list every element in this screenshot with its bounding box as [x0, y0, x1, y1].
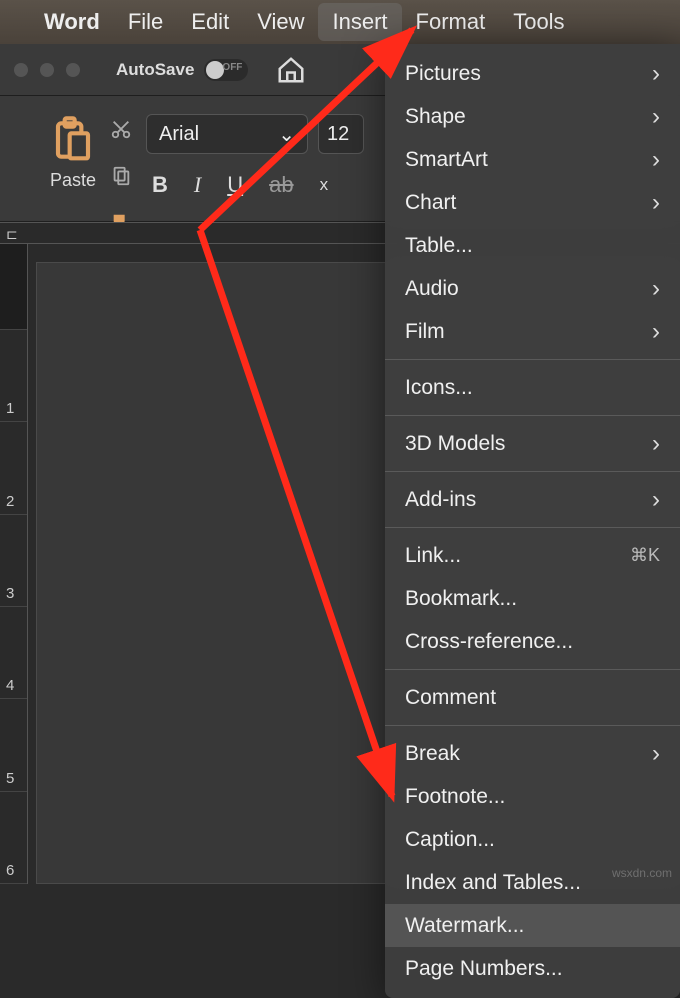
- zoom-traffic-light[interactable]: [66, 63, 80, 77]
- paste-button[interactable]: [45, 114, 101, 166]
- ruler-tick: 2: [6, 493, 14, 510]
- strike-button[interactable]: ab: [269, 172, 293, 198]
- insert-menu: Pictures › Shape › SmartArt › Chart › Table... Au…: [385, 44, 680, 998]
- menu-item-watermark[interactable]: Watermark...: [385, 904, 680, 947]
- menu-item-comment[interactable]: Comment: [385, 676, 680, 719]
- attribution-watermark: wsxdn.com: [612, 866, 672, 880]
- ruler-margin: [0, 244, 27, 330]
- ruler-marker-icon: ⊏: [6, 226, 18, 243]
- font-group: Arial ⌄ 12 B I U ab x: [146, 114, 364, 198]
- menu-item-pictures[interactable]: Pictures ›: [385, 52, 680, 95]
- menu-item-table[interactable]: Table...: [385, 224, 680, 267]
- menu-separator: [385, 527, 680, 528]
- close-traffic-light[interactable]: [14, 63, 28, 77]
- menu-separator: [385, 725, 680, 726]
- menu-item-label: SmartArt: [405, 148, 488, 172]
- chevron-right-icon: ›: [652, 146, 660, 174]
- menubar-edit[interactable]: Edit: [177, 3, 243, 41]
- autosave-toggle[interactable]: AutoSave OFF: [116, 59, 248, 81]
- toggle-track[interactable]: OFF: [204, 59, 248, 81]
- paste-label: Paste: [50, 170, 96, 191]
- menu-item-label: Watermark...: [405, 914, 524, 938]
- menu-item-link[interactable]: Link... ⌘K: [385, 534, 680, 577]
- menu-item-label: Bookmark...: [405, 587, 517, 611]
- menubar-file[interactable]: File: [114, 3, 177, 41]
- mac-menubar: Word File Edit View Insert Format Tools: [0, 0, 680, 44]
- menubar-view[interactable]: View: [243, 3, 318, 41]
- menu-item-cross-reference[interactable]: Cross-reference...: [385, 620, 680, 663]
- menu-item-label: Table...: [405, 234, 473, 258]
- chevron-right-icon: ›: [652, 275, 660, 303]
- autosave-label: AutoSave: [116, 60, 194, 80]
- cut-icon[interactable]: [110, 118, 132, 145]
- menu-item-film[interactable]: Film ›: [385, 310, 680, 353]
- menu-separator: [385, 359, 680, 360]
- menu-item-audio[interactable]: Audio ›: [385, 267, 680, 310]
- font-name-select[interactable]: Arial ⌄: [146, 114, 308, 154]
- chevron-right-icon: ›: [652, 318, 660, 346]
- menu-item-label: 3D Models: [405, 432, 505, 456]
- menu-item-label: Film: [405, 320, 445, 344]
- chevron-right-icon: ›: [652, 740, 660, 768]
- menu-item-smartart[interactable]: SmartArt ›: [385, 138, 680, 181]
- menu-item-label: Audio: [405, 277, 459, 301]
- menu-separator: [385, 415, 680, 416]
- menu-item-3d-models[interactable]: 3D Models ›: [385, 422, 680, 465]
- menu-shortcut: ⌘K: [630, 545, 660, 566]
- menu-item-break[interactable]: Break ›: [385, 732, 680, 775]
- chevron-right-icon: ›: [652, 103, 660, 131]
- ruler-tick: 1: [6, 400, 14, 417]
- menu-item-label: Icons...: [405, 376, 473, 400]
- ruler-tick: 6: [6, 862, 14, 879]
- menu-item-label: Link...: [405, 544, 461, 568]
- font-size-value: 12: [327, 123, 349, 146]
- menubar-insert[interactable]: Insert: [318, 3, 401, 41]
- menu-item-page-numbers[interactable]: Page Numbers...: [385, 947, 680, 990]
- chevron-right-icon: ›: [652, 430, 660, 458]
- menu-item-bookmark[interactable]: Bookmark...: [385, 577, 680, 620]
- menu-item-label: Shape: [405, 105, 466, 129]
- menu-item-label: Break: [405, 742, 460, 766]
- menu-item-chart[interactable]: Chart ›: [385, 181, 680, 224]
- menubar-tools[interactable]: Tools: [499, 3, 578, 41]
- menu-item-label: Page Numbers...: [405, 957, 563, 981]
- menu-item-label: Pictures: [405, 62, 481, 86]
- minimize-traffic-light[interactable]: [40, 63, 54, 77]
- font-size-select[interactable]: 12: [318, 114, 364, 154]
- bold-button[interactable]: B: [152, 172, 168, 198]
- home-icon[interactable]: [276, 55, 306, 85]
- menu-item-caption[interactable]: Caption...: [385, 818, 680, 861]
- menu-item-label: Caption...: [405, 828, 495, 852]
- toggle-off-text: OFF: [222, 62, 242, 73]
- menubar-format[interactable]: Format: [402, 3, 500, 41]
- menu-item-label: Chart: [405, 191, 456, 215]
- chevron-right-icon: ›: [652, 486, 660, 514]
- menu-item-label: Comment: [405, 686, 496, 710]
- menu-item-label: Footnote...: [405, 785, 505, 809]
- menu-item-add-ins[interactable]: Add-ins ›: [385, 478, 680, 521]
- ruler-tick: 3: [6, 585, 14, 602]
- vertical-ruler[interactable]: 1 2 3 4 5 6: [0, 244, 28, 884]
- menubar-app[interactable]: Word: [30, 3, 114, 41]
- paste-group: Paste: [18, 114, 128, 191]
- menu-separator: [385, 471, 680, 472]
- menu-item-shape[interactable]: Shape ›: [385, 95, 680, 138]
- chevron-right-icon: ›: [652, 189, 660, 217]
- menu-item-label: Index and Tables...: [405, 871, 581, 895]
- menu-item-footnote[interactable]: Footnote...: [385, 775, 680, 818]
- menu-item-label: Add-ins: [405, 488, 476, 512]
- menu-item-icons[interactable]: Icons...: [385, 366, 680, 409]
- italic-button[interactable]: I: [194, 172, 201, 198]
- font-name-value: Arial: [159, 123, 199, 146]
- chevron-down-icon: ⌄: [278, 122, 295, 147]
- menu-separator: [385, 669, 680, 670]
- ruler-tick: 5: [6, 770, 14, 787]
- subscript-button[interactable]: x: [320, 175, 329, 195]
- copy-icon[interactable]: [110, 165, 132, 192]
- ruler-tick: 4: [6, 677, 14, 694]
- underline-button[interactable]: U: [227, 172, 243, 198]
- chevron-right-icon: ›: [652, 60, 660, 88]
- menu-item-label: Cross-reference...: [405, 630, 573, 654]
